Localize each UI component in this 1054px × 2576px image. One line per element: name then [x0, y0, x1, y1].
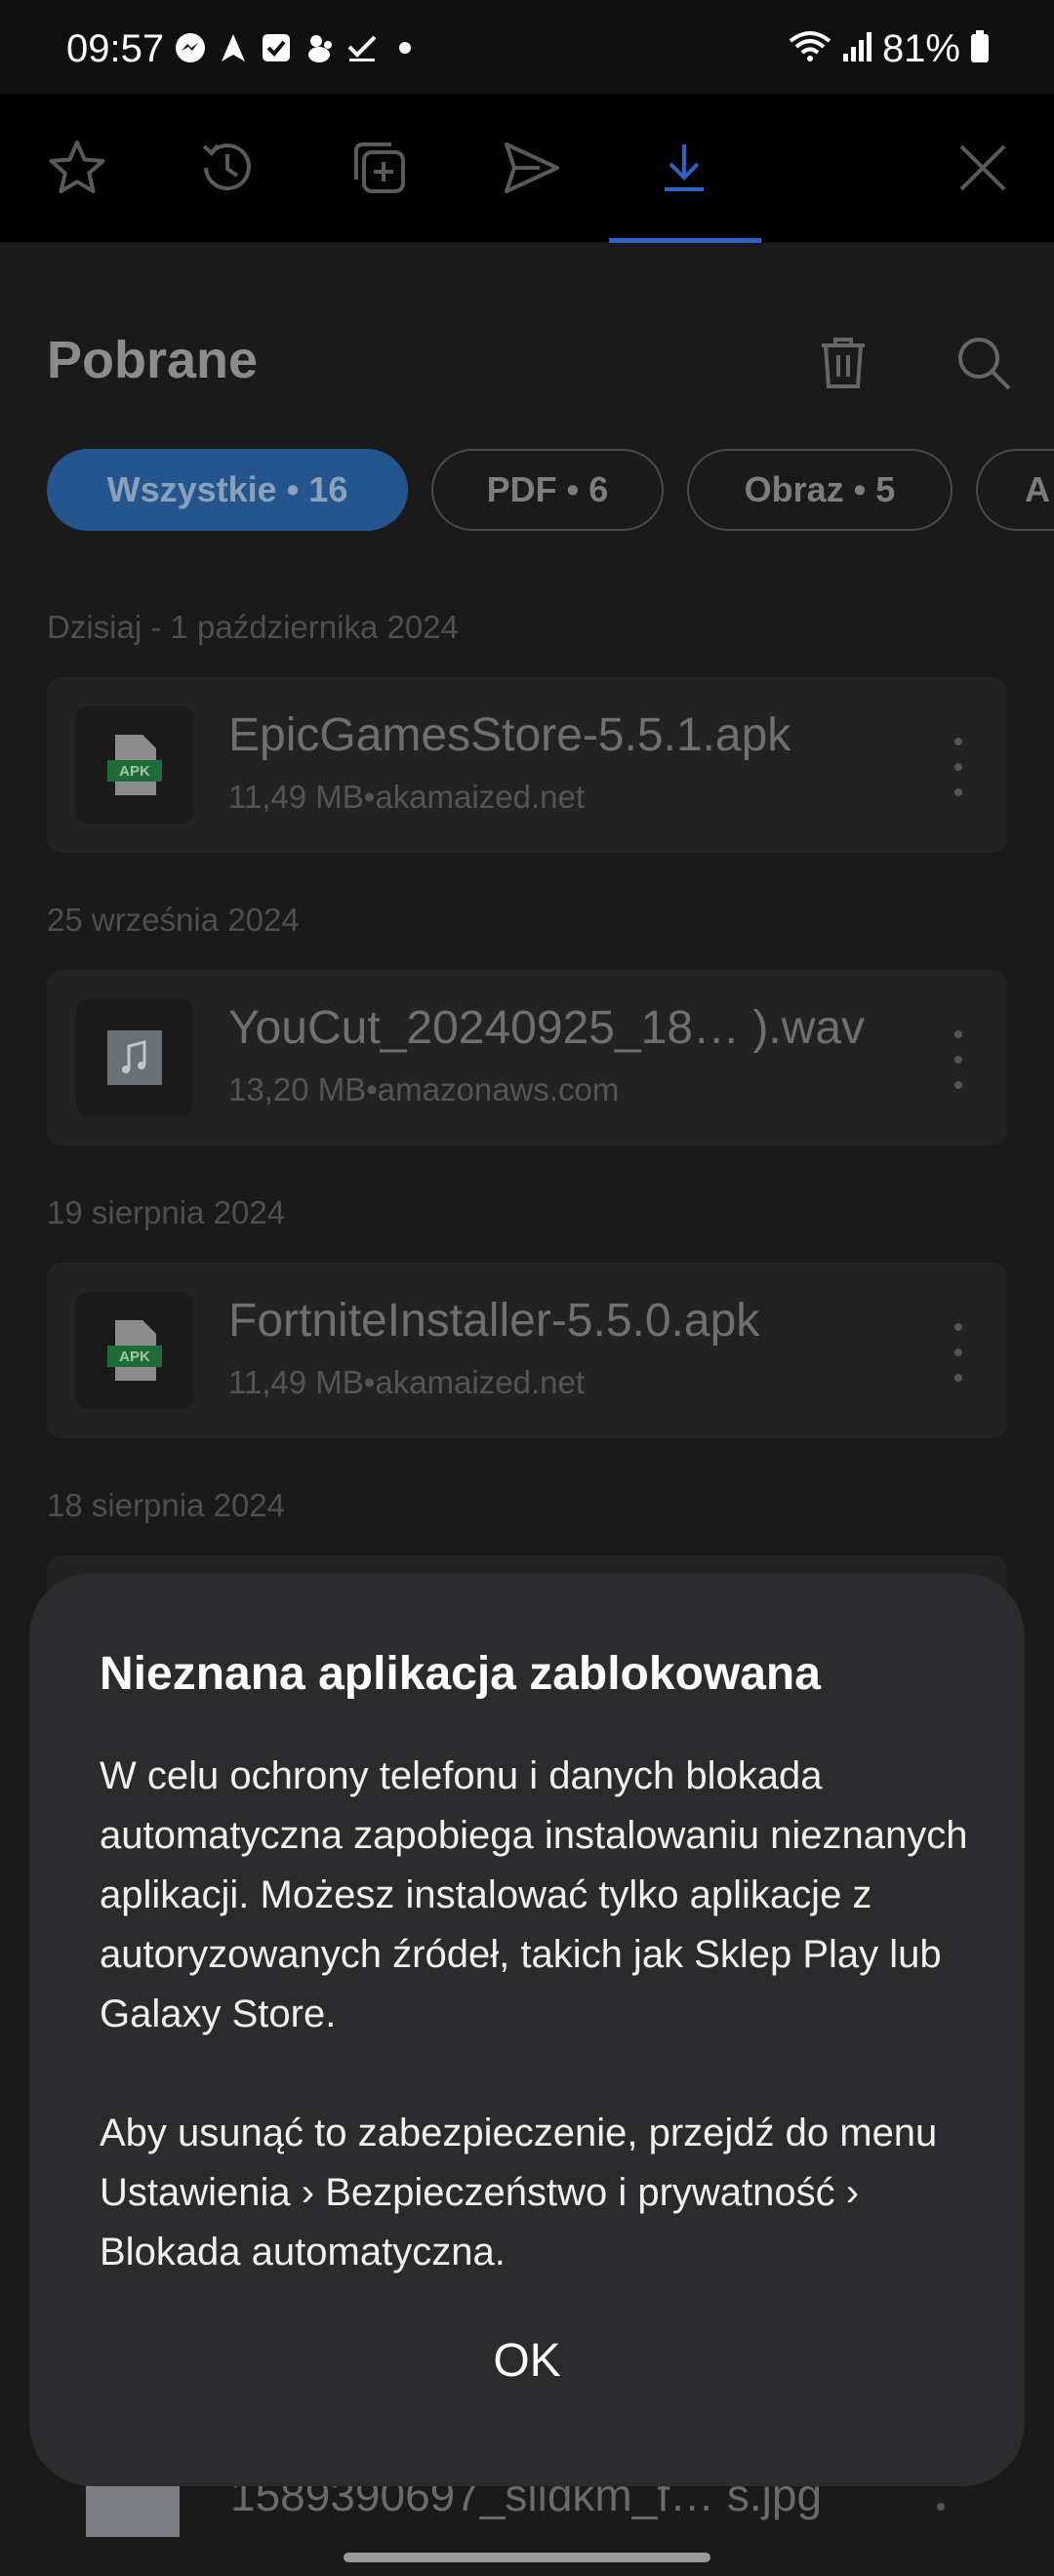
chip-audio[interactable]: A [976, 449, 1054, 531]
apk-file-icon: APK [76, 1292, 193, 1409]
more-options-icon[interactable] [937, 2503, 945, 2511]
navigation-icon [217, 31, 250, 64]
apk-file-icon: APK [76, 706, 193, 824]
download-item[interactable]: YouCut_20240925_18… ).wav 13,20 MB•amazo… [47, 970, 1007, 1146]
download-icon [665, 144, 704, 191]
page-title: Pobrane [47, 331, 259, 389]
dialog-message: W celu ochrony telefonu i danych blokada… [100, 1747, 978, 2282]
ok-button[interactable]: OK [29, 2334, 1025, 2388]
file-name: YouCut_20240925_18… ).wav [228, 1002, 866, 1054]
file-meta: 11,49 MB•akamaized.net [228, 779, 585, 815]
more-options-icon[interactable] [949, 1030, 968, 1089]
search-icon [958, 338, 1011, 390]
clock: 09:57 [66, 27, 165, 70]
more-options-icon[interactable] [949, 738, 968, 796]
checkbox-icon [260, 31, 293, 64]
blocked-app-dialog: Nieznana aplikacja zablokowana W celu oc… [29, 1573, 1025, 2486]
star-icon [49, 141, 105, 193]
history-icon [202, 143, 251, 191]
download-item[interactable]: APK EpicGamesStore-5.5.1.apk 11,49 MB•ak… [47, 677, 1007, 853]
tab-history[interactable] [154, 94, 301, 242]
dialog-paragraph: W celu ochrony telefonu i danych blokada… [100, 1754, 968, 2035]
file-name: FortniteInstaller-5.5.0.apk [228, 1295, 760, 1347]
file-meta: 13,20 MB•amazonaws.com [228, 1071, 620, 1107]
chip-pdf[interactable]: PDF • 6 [431, 449, 664, 531]
active-tab-indicator [609, 238, 761, 243]
trash-icon [822, 338, 865, 388]
battery-percentage: 81% [881, 27, 960, 70]
tab-bar [0, 94, 1054, 244]
dialog-paragraph: Aby usunąć to zabezpieczenie, przejdź do… [100, 2112, 938, 2274]
apk-badge: APK [119, 1348, 150, 1365]
search-button[interactable] [953, 332, 1015, 394]
filter-chips: Wszystkie • 16 PDF • 6 Obraz • 5 A [47, 449, 1054, 531]
messenger-icon [174, 31, 207, 64]
date-header: 25 września 2024 [47, 902, 300, 938]
download-item[interactable]: APK FortniteInstaller-5.5.0.apk 11,49 MB… [47, 1263, 1007, 1438]
tab-downloads[interactable] [611, 94, 757, 242]
date-header: 18 sierpnia 2024 [47, 1487, 286, 1523]
tab-share[interactable] [459, 94, 605, 242]
apk-badge: APK [119, 763, 150, 780]
battery-icon [970, 30, 990, 68]
date-header: Dzisiaj - 1 października 2024 [47, 609, 459, 645]
dialog-title: Nieznana aplikacja zablokowana [100, 1648, 821, 1700]
checkmark-icon [345, 31, 379, 64]
image-thumbnail [86, 2478, 180, 2537]
date-header: 19 sierpnia 2024 [47, 1194, 286, 1230]
delete-button[interactable] [812, 332, 874, 394]
notification-icons [174, 31, 422, 64]
wifi-icon [789, 29, 831, 69]
system-icons: 81% [789, 27, 990, 71]
file-meta: 11,49 MB•akamaized.net [228, 1364, 585, 1400]
signal-icon [841, 30, 872, 68]
more-options-icon[interactable] [949, 1323, 968, 1382]
chip-image[interactable]: Obraz • 5 [687, 449, 953, 531]
tab-bookmarks[interactable] [4, 94, 150, 242]
dot-icon [388, 31, 422, 64]
chip-all[interactable]: Wszystkie • 16 [47, 449, 408, 531]
home-indicator[interactable] [344, 2553, 710, 2562]
close-button[interactable] [910, 94, 1054, 242]
file-name: EpicGamesStore-5.5.1.apk [228, 709, 791, 761]
send-icon [505, 142, 559, 193]
squirrel-icon [303, 31, 336, 64]
tab-saved-pages[interactable] [306, 94, 453, 242]
close-icon [959, 144, 1006, 191]
status-bar: 09:57 81% [0, 0, 1054, 94]
add-page-icon [354, 142, 405, 193]
audio-file-icon [76, 999, 193, 1116]
